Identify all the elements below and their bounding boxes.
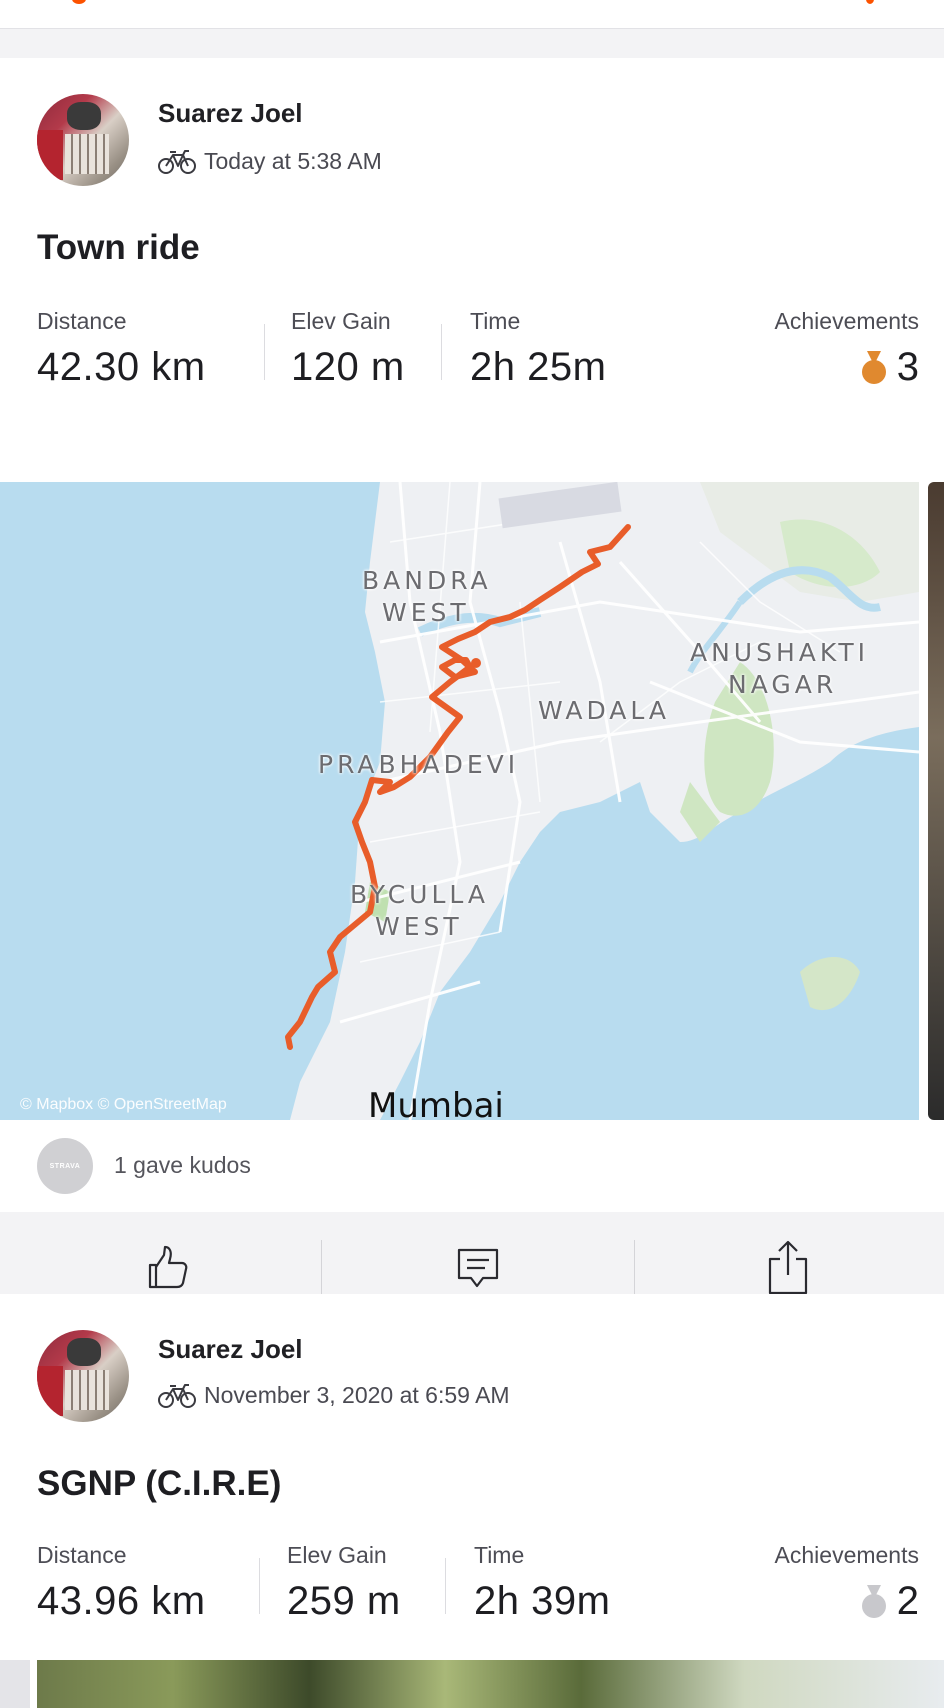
stat-label: Elev Gain xyxy=(287,1542,387,1568)
stat-label: Distance xyxy=(37,308,127,334)
stat-time: Time 2h 39m xyxy=(474,1542,610,1624)
map-label: WEST xyxy=(375,912,463,941)
map-label: BYCULLA xyxy=(350,880,489,909)
stat-distance: Distance 42.30 km xyxy=(37,308,206,390)
activity-meta: Today at 5:38 AM xyxy=(158,148,382,175)
stat-value: 43.96 km xyxy=(37,1579,206,1623)
achievement-count: 2 xyxy=(896,1579,919,1623)
stat-elev-gain: Elev Gain 259 m xyxy=(287,1542,401,1624)
stat-divider xyxy=(259,1558,260,1614)
next-media-peek[interactable] xyxy=(928,482,944,1120)
medal-icon xyxy=(861,1584,886,1618)
map-attribution[interactable]: © Mapbox © OpenStreetMap xyxy=(20,1096,227,1114)
map-label: PRABHADEVI xyxy=(318,750,520,779)
stat-achievements[interactable]: Achievements 2 xyxy=(775,1542,919,1624)
stat-label: Achievements xyxy=(774,308,919,334)
activity-meta: November 3, 2020 at 6:59 AM xyxy=(158,1382,510,1409)
map-label: ANUSHAKTI xyxy=(690,638,869,667)
media-edge xyxy=(0,1660,30,1708)
achievement-count: 3 xyxy=(896,345,919,389)
stat-value: 42.30 km xyxy=(37,345,206,389)
stat-achievements[interactable]: Achievements 3 xyxy=(775,308,919,390)
activity-feed: Suarez Joel Today at 5:38 AM Town ride D… xyxy=(0,0,944,1708)
activity-title[interactable]: Town ride xyxy=(37,228,200,268)
stat-value: 2h 25m xyxy=(470,345,607,389)
stat-value: 2h 39m xyxy=(474,1579,611,1623)
tab-indicator xyxy=(866,0,874,4)
stat-label: Distance xyxy=(37,1542,127,1568)
map-label: WEST xyxy=(382,598,470,627)
activity-card[interactable]: Suarez Joel Today at 5:38 AM Town ride D… xyxy=(0,58,944,1322)
stat-elev-gain: Elev Gain 120 m xyxy=(291,308,405,390)
avatar[interactable] xyxy=(37,94,129,186)
tab-indicator xyxy=(72,0,86,4)
kudos-avatar-text: STRAVA xyxy=(49,1162,81,1170)
top-bar-edge xyxy=(0,0,944,29)
stat-divider xyxy=(264,324,265,380)
share-icon xyxy=(768,1240,808,1295)
activity-title[interactable]: SGNP (C.I.R.E) xyxy=(37,1464,281,1504)
map-city-label: Mumbai xyxy=(368,1086,504,1120)
stat-label: Achievements xyxy=(774,1542,919,1568)
stat-divider xyxy=(445,1558,446,1614)
bike-icon xyxy=(158,149,196,174)
stat-divider xyxy=(441,324,442,380)
stat-value: 259 m xyxy=(287,1579,401,1623)
map-label: NAGAR xyxy=(728,670,838,699)
map-label: BANDRA xyxy=(362,566,492,595)
activity-timestamp: November 3, 2020 at 6:59 AM xyxy=(204,1382,510,1408)
stat-label: Time xyxy=(474,1542,525,1568)
kudos-avatar[interactable]: STRAVA xyxy=(37,1138,93,1194)
stat-time: Time 2h 25m xyxy=(470,308,606,390)
stat-distance: Distance 43.96 km xyxy=(37,1542,206,1624)
action-divider xyxy=(321,1240,322,1296)
stat-label: Elev Gain xyxy=(291,308,391,334)
bike-icon xyxy=(158,1383,196,1408)
kudos-count[interactable]: 1 gave kudos xyxy=(114,1152,251,1179)
map-label: WADALA xyxy=(538,696,670,725)
activity-timestamp: Today at 5:38 AM xyxy=(204,148,382,174)
activity-photo[interactable] xyxy=(37,1660,944,1708)
thumbs-up-icon xyxy=(148,1245,188,1289)
stat-value: 120 m xyxy=(291,345,405,389)
athlete-name[interactable]: Suarez Joel xyxy=(158,1334,303,1365)
stat-label: Time xyxy=(470,308,521,334)
athlete-name[interactable]: Suarez Joel xyxy=(158,98,303,129)
comment-icon xyxy=(457,1248,499,1288)
route-map[interactable]: BANDRA WEST ANUSHAKTI NAGAR WADALA PRABH… xyxy=(0,482,919,1120)
medal-icon xyxy=(861,350,886,384)
action-divider xyxy=(634,1240,635,1296)
activity-card[interactable]: Suarez Joel November 3, 2020 at 6:59 AM … xyxy=(0,1294,944,1708)
avatar[interactable] xyxy=(37,1330,129,1422)
